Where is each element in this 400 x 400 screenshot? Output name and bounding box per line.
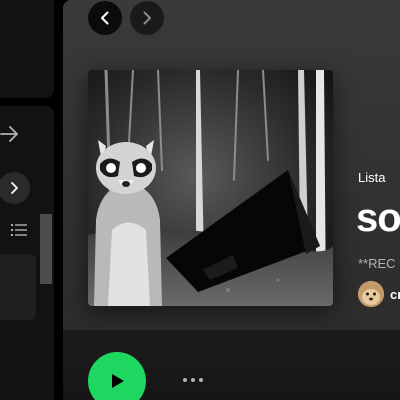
more-options-icon bbox=[183, 378, 187, 382]
more-options-icon-dot bbox=[191, 378, 195, 382]
raccoon-photo bbox=[88, 70, 333, 306]
playlist-description: **REC bbox=[358, 256, 396, 271]
sidebar-nav-panel bbox=[0, 0, 54, 98]
scrollbar[interactable] bbox=[40, 214, 52, 284]
more-options-icon-dot bbox=[199, 378, 203, 382]
chevron-right-icon bbox=[143, 11, 151, 25]
main-view: Lista so **REC cr bbox=[63, 0, 400, 400]
back-button[interactable] bbox=[88, 1, 122, 35]
owner-name[interactable]: cr bbox=[390, 287, 400, 302]
sort-label: s bbox=[0, 223, 7, 238]
sort-recents-button[interactable]: s bbox=[0, 220, 27, 240]
playlist-owner[interactable]: cr bbox=[358, 281, 400, 307]
chevron-left-icon bbox=[101, 11, 109, 25]
playlist-type-label: Lista bbox=[358, 170, 386, 185]
app-window: s bbox=[0, 0, 400, 400]
forward-button[interactable] bbox=[130, 1, 164, 35]
list-icon bbox=[11, 224, 27, 236]
library-item[interactable] bbox=[0, 254, 36, 320]
chevron-right-icon bbox=[11, 182, 18, 194]
arrow-right-icon[interactable] bbox=[0, 120, 24, 148]
avatar[interactable] bbox=[358, 281, 384, 307]
show-more-button[interactable] bbox=[0, 172, 30, 204]
more-options-button[interactable] bbox=[183, 370, 203, 390]
playlist-cover[interactable] bbox=[88, 70, 333, 306]
playlist-title: so bbox=[356, 196, 400, 240]
play-icon bbox=[112, 374, 124, 388]
